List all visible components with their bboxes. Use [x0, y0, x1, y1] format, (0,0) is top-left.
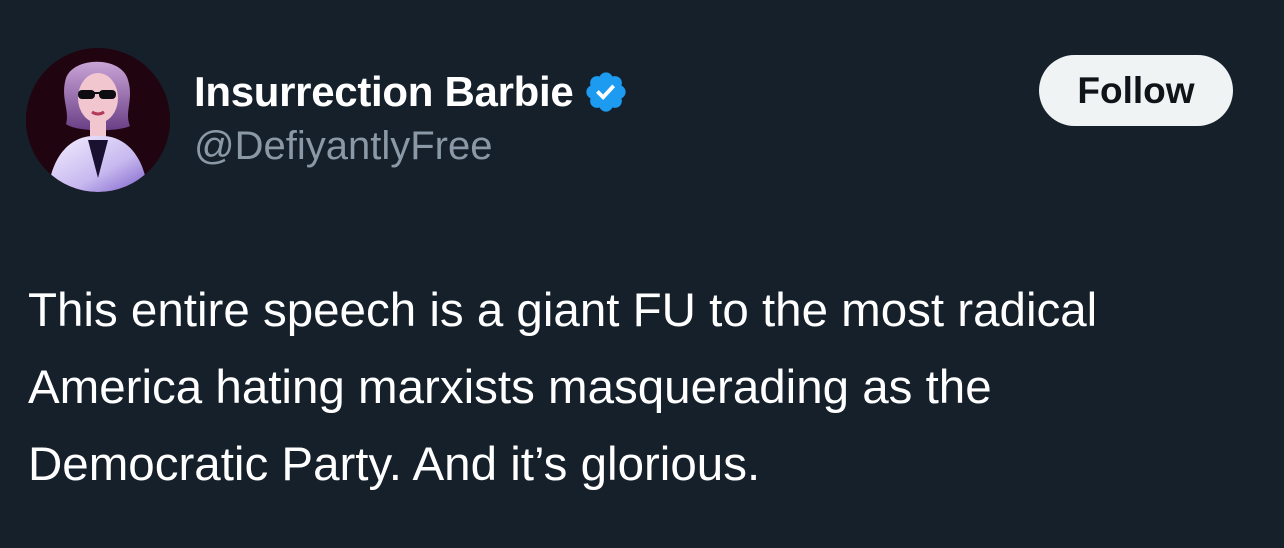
user-handle[interactable]: @DefiyantlyFree	[194, 124, 492, 169]
tweet-text: This entire speech is a giant FU to the …	[28, 272, 1268, 503]
avatar[interactable]	[26, 48, 170, 192]
display-name[interactable]: Insurrection Barbie	[194, 68, 574, 116]
verified-badge-icon	[583, 69, 629, 115]
tweet-text-line: This entire speech is a giant FU to the …	[28, 284, 1098, 337]
name-row: Insurrection Barbie	[194, 66, 629, 118]
follow-button[interactable]: Follow	[1039, 55, 1233, 126]
tweet-text-line: America hating marxists masquerading as …	[28, 361, 992, 414]
tweet-text-line: Democratic Party. And it’s glorious.	[28, 438, 761, 491]
tweet-card: Insurrection Barbie @DefiyantlyFree Foll…	[0, 0, 1284, 548]
profile-photo-icon	[26, 48, 170, 192]
